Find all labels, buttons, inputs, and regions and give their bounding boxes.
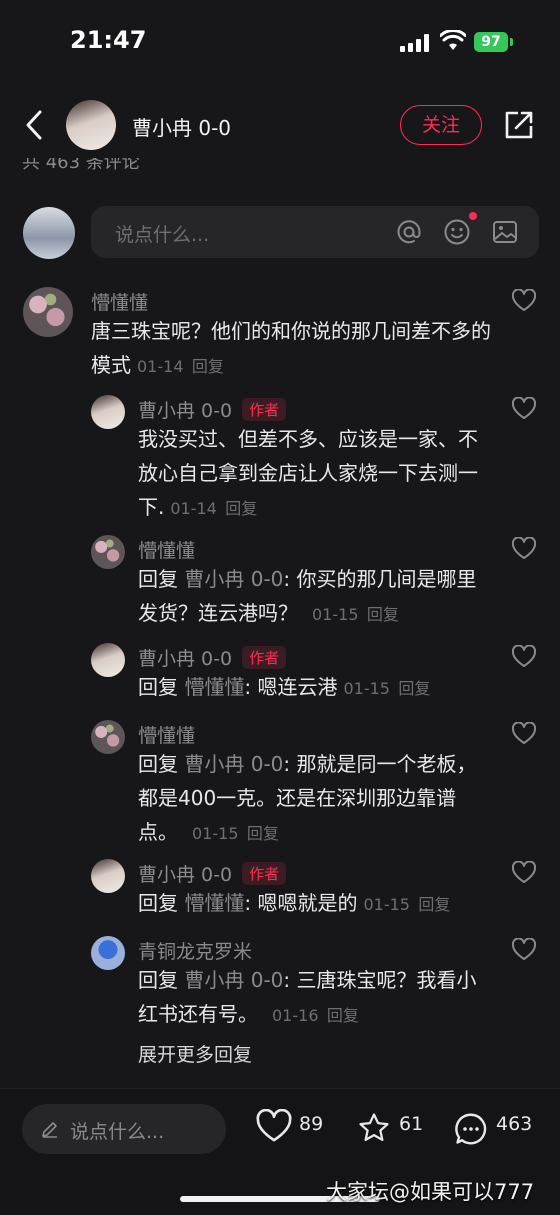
avatar[interactable]	[91, 643, 125, 677]
heart-icon[interactable]	[511, 289, 537, 313]
reply-to-name[interactable]: 懵懂懂	[184, 675, 244, 699]
reply-text: 回复 曹小冉 0-0: 那就是同一个老板，都是400一克。还是在深圳那边靠谱点。…	[138, 752, 477, 844]
comment-count: 共 463 条评论	[22, 158, 140, 173]
comment-date: 01-14	[137, 357, 184, 376]
reply-username[interactable]: 懵懂懂	[138, 536, 195, 563]
comment-date: 01-14	[170, 499, 217, 518]
avatar[interactable]	[91, 859, 125, 893]
header-avatar[interactable]	[66, 100, 116, 150]
signal-icon	[400, 34, 430, 52]
follow-button[interactable]: 关注	[400, 105, 482, 145]
reply-username[interactable]: 曹小冉 0-0 作者	[138, 860, 287, 887]
reply-link[interactable]: 回复	[192, 357, 224, 376]
status-bar: 21:47 97	[0, 0, 560, 84]
bottom-comment-input[interactable]: 说点什么...	[22, 1104, 226, 1154]
comment-input-placeholder: 说点什么...	[115, 224, 210, 246]
header-username[interactable]: 曹小冉 0-0	[132, 112, 231, 141]
reply-username[interactable]: 懵懂懂	[138, 721, 195, 748]
heart-icon[interactable]	[511, 397, 537, 421]
reply-link[interactable]: 回复	[418, 895, 450, 914]
my-avatar	[23, 207, 75, 259]
reply-text: 我没买过、但差不多、应该是一家、不放心自己拿到金店让人家烧一下去测一下. 01-1…	[138, 427, 478, 519]
avatar[interactable]	[23, 287, 73, 337]
header: 曹小冉 0-0 关注	[0, 88, 560, 164]
notification-dot	[469, 212, 477, 220]
reply-to-name[interactable]: 曹小冉 0-0	[184, 968, 283, 992]
avatar[interactable]	[91, 936, 125, 970]
reply-username[interactable]: 曹小冉 0-0 作者	[138, 644, 287, 671]
reply-link[interactable]: 回复	[225, 499, 257, 518]
reply-link[interactable]: 回复	[247, 824, 279, 843]
reply-to-name[interactable]: 曹小冉 0-0	[184, 752, 283, 776]
heart-icon[interactable]	[511, 861, 537, 885]
expand-more-replies[interactable]: 展开更多回复	[138, 1040, 252, 1067]
favorite-count: 61	[399, 1113, 424, 1135]
watermark: 大家坛@如果可以777	[326, 1180, 535, 1204]
comment-date: 01-15	[192, 824, 239, 843]
comment-date: 01-15	[343, 679, 390, 698]
bottom-input-placeholder: 说点什么...	[70, 1121, 165, 1143]
battery-indicator: 97	[474, 32, 508, 52]
image-icon[interactable]	[491, 218, 519, 246]
reply-link[interactable]: 回复	[398, 679, 430, 698]
share-icon[interactable]	[502, 108, 536, 142]
star-icon[interactable]	[356, 1111, 392, 1145]
reply-text: 回复 懵懂懂: 嗯嗯就是的 01-15 回复	[138, 891, 451, 915]
comment-date: 01-15	[363, 895, 410, 914]
comment-date: 01-15	[312, 605, 359, 624]
reply-username[interactable]: 青铜龙克罗米	[138, 937, 252, 964]
reply-text: 回复 曹小冉 0-0: 你买的那几间是哪里发货？连云港吗？ 01-15 回复	[138, 567, 477, 625]
heart-icon[interactable]	[511, 537, 537, 561]
reply-link[interactable]: 回复	[327, 1006, 359, 1025]
comment-text: 唐三珠宝呢？他们的和你说的那几间差不多的模式 01-14 回复	[91, 319, 491, 377]
pencil-icon	[42, 1122, 57, 1138]
heart-icon[interactable]	[511, 722, 537, 746]
comment-input[interactable]: 说点什么...	[91, 206, 539, 258]
heart-icon[interactable]	[511, 938, 537, 962]
heart-icon[interactable]	[511, 645, 537, 669]
back-icon[interactable]	[18, 108, 52, 142]
reply-text: 回复 懵懂懂: 嗯连云港 01-15 回复	[138, 675, 431, 699]
avatar[interactable]	[91, 535, 125, 569]
reply-link[interactable]: 回复	[367, 605, 399, 624]
comment-date: 01-16	[272, 1006, 319, 1025]
author-badge: 作者	[242, 646, 287, 669]
reply-username[interactable]: 曹小冉 0-0 作者	[138, 396, 287, 423]
reply-to-name[interactable]: 懵懂懂	[184, 891, 244, 915]
like-count: 89	[299, 1113, 324, 1135]
reply-text: 回复 曹小冉 0-0: 三唐珠宝呢？我看小红书还有号。 01-16 回复	[138, 968, 477, 1026]
avatar[interactable]	[91, 395, 125, 429]
at-icon[interactable]	[395, 218, 423, 246]
comment-total: 463	[496, 1113, 533, 1135]
wifi-icon	[440, 30, 466, 50]
author-badge: 作者	[242, 862, 287, 885]
heart-icon[interactable]	[255, 1109, 293, 1145]
emoji-icon[interactable]	[443, 218, 471, 246]
avatar[interactable]	[91, 720, 125, 754]
status-time: 21:47	[70, 26, 147, 54]
comment-username[interactable]: 懵懂懂	[91, 288, 148, 315]
reply-to-name[interactable]: 曹小冉 0-0	[184, 567, 283, 591]
comment-icon[interactable]	[453, 1111, 489, 1147]
author-badge: 作者	[242, 398, 287, 421]
battery-tip	[510, 38, 513, 46]
